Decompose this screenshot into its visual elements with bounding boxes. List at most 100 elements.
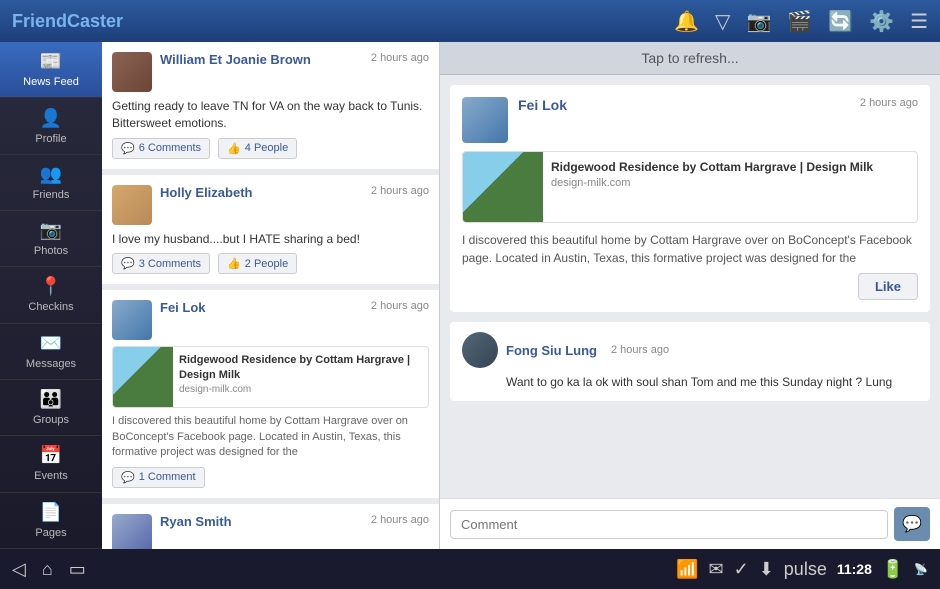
detail-post-time: 2 hours ago: [860, 97, 918, 109]
comments-label-1: 6 Comments: [139, 142, 201, 154]
bottom-bar: ◁ ⌂ ▭ 📶 ✉ ✓ ⬇ pulse 11:28 🔋 📡: [0, 549, 940, 589]
detail-post-header: Fei Lok 2 hours ago: [462, 97, 918, 143]
recent-apps-icon[interactable]: ▭: [69, 559, 86, 580]
sidebar-item-groups[interactable]: 👪 Groups: [0, 380, 102, 436]
feed-meta-3: 2 hours ago Fei Lok: [160, 300, 429, 315]
friends-icon: 👥: [40, 164, 62, 185]
top-icons: 🔔 ▽ 📷 🎬 🔄 ⚙️ ☰: [674, 9, 928, 34]
feed-time-1: 2 hours ago: [371, 52, 429, 64]
comment-icon-1: 💬: [121, 142, 135, 155]
people-icon-2: 👍: [227, 257, 241, 270]
detail-post-meta: Fei Lok: [518, 97, 850, 113]
battery-icon: 🔋: [882, 559, 904, 580]
comment-avatar: [462, 332, 498, 368]
feed-avatar-4: [112, 514, 152, 549]
checkins-label: Checkins: [28, 301, 73, 313]
detail-link-preview[interactable]: Ridgewood Residence by Cottam Hargrave |…: [462, 151, 918, 223]
detail-post-name[interactable]: Fei Lok: [518, 97, 850, 113]
sidebar-item-news-feed[interactable]: 📰 News Feed: [0, 42, 102, 98]
friends-label: Friends: [33, 189, 70, 201]
link-preview-img-3: [113, 347, 173, 407]
feed-link-preview-3[interactable]: Ridgewood Residence by Cottam Hargrave |…: [112, 346, 429, 408]
comment-name[interactable]: Fong Siu Lung: [506, 343, 597, 358]
news-feed-icon: 📰: [40, 51, 62, 72]
sidebar-item-friends[interactable]: 👥 Friends: [0, 155, 102, 211]
check-icon: ✓: [734, 559, 749, 580]
top-bar: FriendCaster 🔔 ▽ 📷 🎬 🔄 ⚙️ ☰: [0, 0, 940, 42]
feed-actions-3: 💬 1 Comment: [112, 467, 429, 488]
link-url-3: design-milk.com: [179, 384, 422, 395]
send-icon: 💬: [902, 514, 922, 534]
sidebar-item-events[interactable]: 📅 Events: [0, 436, 102, 492]
like-button[interactable]: Like: [858, 273, 918, 300]
groups-icon: 👪: [40, 389, 62, 410]
profile-label: Profile: [35, 133, 66, 145]
detail-link-title: Ridgewood Residence by Cottam Hargrave |…: [551, 160, 873, 174]
menu-icon[interactable]: ☰: [910, 9, 928, 34]
detail-content: Fei Lok 2 hours ago Ridgewood Residence …: [440, 75, 940, 498]
refresh-text: Tap to refresh...: [641, 50, 738, 66]
feed-avatar-1: [112, 52, 152, 92]
detail-post: Fei Lok 2 hours ago Ridgewood Residence …: [450, 85, 930, 312]
feed-meta-4: 2 hours ago Ryan Smith: [160, 514, 429, 529]
home-icon[interactable]: ⌂: [42, 559, 53, 580]
sidebar-item-pages[interactable]: 📄 Pages: [0, 493, 102, 549]
feed-actions-2: 💬 3 Comments 👍 2 People: [112, 253, 429, 274]
comments-btn-1[interactable]: 💬 6 Comments: [112, 138, 210, 159]
filter-icon[interactable]: ▽: [715, 9, 730, 34]
comment-header: Fong Siu Lung 2 hours ago: [462, 332, 918, 368]
comments-btn-3[interactable]: 💬 1 Comment: [112, 467, 205, 488]
feed-text-1: Getting ready to leave TN for VA on the …: [112, 98, 429, 132]
comments-btn-2[interactable]: 💬 3 Comments: [112, 253, 210, 274]
comment-item: Fong Siu Lung 2 hours ago Want to go ka …: [450, 322, 930, 401]
email-icon: ✉: [709, 559, 724, 580]
back-icon[interactable]: ◁: [12, 559, 26, 580]
settings-icon[interactable]: ⚙️: [869, 9, 894, 34]
wifi-icon: 📡: [914, 563, 928, 576]
sidebar-item-checkins[interactable]: 📍 Checkins: [0, 267, 102, 323]
people-btn-2[interactable]: 👍 2 People: [218, 253, 297, 274]
video-icon[interactable]: 🎬: [787, 9, 812, 34]
feed-header-2: 2 hours ago Holly Elizabeth: [112, 185, 429, 225]
people-label-1: 4 People: [245, 142, 288, 154]
link-preview-text-3: Ridgewood Residence by Cottam Hargrave |…: [173, 347, 428, 407]
comments-label-3: 1 Comment: [139, 471, 196, 483]
pulse-icon: pulse: [784, 559, 827, 580]
feed-avatar-3: [112, 300, 152, 340]
clock: 11:28: [837, 561, 872, 577]
detail-desc: I discovered this beautiful home by Cott…: [462, 231, 918, 267]
people-btn-1[interactable]: 👍 4 People: [218, 138, 297, 159]
title-caster: Caster: [67, 11, 123, 31]
detail-panel: Tap to refresh... Fei Lok 2 hours ago: [440, 42, 940, 549]
pages-label: Pages: [35, 527, 66, 539]
feed-time-2: 2 hours ago: [371, 185, 429, 197]
download-icon: ⬇: [759, 559, 774, 580]
camera-icon[interactable]: 📷: [746, 9, 771, 34]
signal-icon: 📶: [676, 559, 698, 580]
feed-time-3: 2 hours ago: [371, 300, 429, 312]
events-icon: 📅: [40, 445, 62, 466]
comment-icon-2: 💬: [121, 257, 135, 270]
refresh-bar[interactable]: Tap to refresh...: [440, 42, 940, 75]
messages-icon: ✉️: [40, 333, 62, 354]
pages-icon: 📄: [40, 502, 62, 523]
news-feed-label: News Feed: [23, 76, 79, 88]
events-label: Events: [34, 470, 68, 482]
messages-label: Messages: [26, 358, 76, 370]
sidebar-item-profile[interactable]: 👤 Profile: [0, 98, 102, 154]
notification-icon[interactable]: 🔔: [674, 9, 699, 34]
detail-link-img: [463, 152, 543, 222]
comment-input[interactable]: [450, 510, 888, 539]
detail-avatar: [462, 97, 508, 143]
sidebar: 📰 News Feed 👤 Profile 👥 Friends 📷 Photos…: [0, 42, 102, 549]
feed-item-3: 2 hours ago Fei Lok Ridgewood Residence …: [102, 290, 439, 503]
feed-item-4: 2 hours ago Ryan Smith Testing out Start…: [102, 504, 439, 549]
comment-send-button[interactable]: 💬: [894, 507, 930, 541]
feed-header-1: 2 hours ago William Et Joanie Brown: [112, 52, 429, 92]
detail-link-url: design-milk.com: [551, 177, 873, 189]
refresh-icon[interactable]: 🔄: [828, 9, 853, 34]
sidebar-item-messages[interactable]: ✉️ Messages: [0, 324, 102, 380]
sidebar-item-photos[interactable]: 📷 Photos: [0, 211, 102, 267]
detail-link-body: Ridgewood Residence by Cottam Hargrave |…: [543, 152, 881, 222]
feed-item-2: 2 hours ago Holly Elizabeth I love my hu…: [102, 175, 439, 291]
